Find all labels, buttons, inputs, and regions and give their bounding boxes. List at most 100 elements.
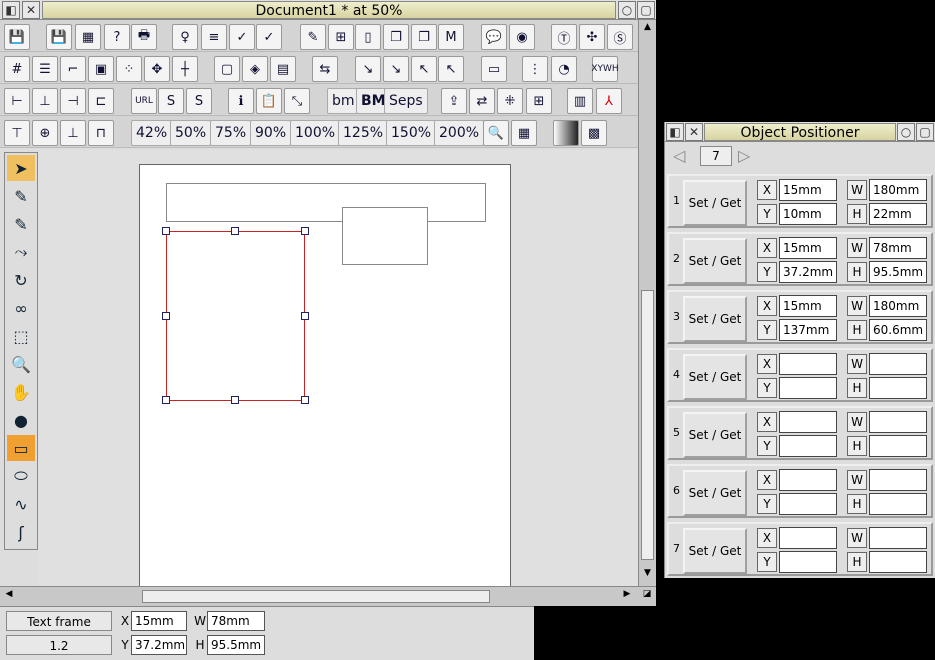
export-icon[interactable]: ⇪ [441, 88, 467, 114]
vertical-distribute-icon[interactable]: ⊓ [88, 120, 114, 146]
zoom-75-button[interactable]: 75% [210, 120, 252, 146]
convert-icon[interactable]: ⇄ [469, 88, 495, 114]
status-w-field[interactable]: 78mm [207, 611, 265, 631]
canvas-area[interactable] [38, 150, 638, 586]
group-frames-icon[interactable]: ◈ [242, 56, 268, 82]
save-as-icon[interactable]: 💾 [46, 24, 72, 50]
help-icon[interactable]: ? [104, 24, 130, 50]
zoom-icon[interactable]: 🔍 [483, 120, 509, 146]
row-h-field[interactable]: 22mm [869, 203, 927, 225]
set-get-button[interactable]: Set / Get [683, 470, 747, 516]
xywh-icon[interactable]: XYWH [591, 56, 619, 82]
style-s-icon[interactable]: S [158, 88, 184, 114]
resize-icon[interactable]: ⤡ [284, 88, 310, 114]
row-w-field[interactable] [869, 527, 927, 549]
spellcheck-icon[interactable]: ✓ [229, 24, 255, 50]
copy-page-icon[interactable]: ❐ [383, 24, 409, 50]
move-page-icon[interactable]: ❐ [411, 24, 437, 50]
hand-icon[interactable]: ✋ [7, 379, 35, 405]
vertical-scrollbar[interactable]: ▲ ▼ [638, 20, 656, 586]
clipboard-icon[interactable]: 📋 [256, 88, 282, 114]
pdf-icon[interactable]: ⅄ [596, 88, 622, 114]
text-frame-icon[interactable]: ✎ [7, 183, 35, 209]
symbol-icon[interactable]: Ⓢ [607, 24, 633, 50]
chain-icon[interactable]: ∞ [7, 295, 35, 321]
text-tool-icon[interactable]: Ⓣ [551, 24, 577, 50]
resize-corner-icon[interactable]: ◪ [640, 589, 654, 603]
horizontal-scrollbar[interactable]: ◀ ▶ ◪ [0, 586, 656, 606]
row-x-field[interactable]: 15mm [779, 179, 837, 201]
close-icon[interactable]: ✕ [22, 1, 40, 19]
grid-icon[interactable]: # [4, 56, 30, 82]
row-h-field[interactable] [869, 551, 927, 573]
navigate-icon[interactable]: ✣ [579, 24, 605, 50]
row-y-field[interactable]: 37.2mm [779, 261, 837, 283]
snap-icon[interactable]: ✥ [144, 56, 170, 82]
row-y-field[interactable] [779, 551, 837, 573]
back-icon[interactable]: ◧ [2, 1, 20, 19]
prev-arrow-icon[interactable]: ◁ [673, 146, 685, 165]
set-get-button[interactable]: Set / Get [683, 354, 747, 400]
page[interactable] [139, 164, 511, 586]
rotate-icon[interactable]: ↻ [7, 267, 35, 293]
window-icon[interactable]: ▭ [481, 56, 507, 82]
gradient-icon[interactable] [553, 120, 579, 146]
zoom-90-button[interactable]: 90% [250, 120, 292, 146]
zoom-200-button[interactable]: 200% [434, 120, 485, 146]
master-page-icon[interactable]: M [438, 24, 464, 50]
edit-story-icon[interactable]: ✎ [300, 24, 326, 50]
gauge-icon[interactable]: ◔ [551, 56, 577, 82]
iconise-icon[interactable]: ○ [618, 1, 636, 19]
styles-icon[interactable]: ≡ [201, 24, 227, 50]
transparency-icon[interactable]: ▩ [581, 120, 607, 146]
row-x-field[interactable] [779, 353, 837, 375]
row-x-field[interactable]: 15mm [779, 237, 837, 259]
positioner-count-field[interactable]: 7 [700, 146, 732, 166]
crop-marks-icon[interactable]: ⁜ [497, 88, 523, 114]
guides-icon[interactable]: ☰ [32, 56, 58, 82]
next-arrow-icon[interactable]: ▷ [738, 146, 750, 165]
zoom-50-button[interactable]: 50% [170, 120, 212, 146]
print-setup-icon[interactable]: ▦ [75, 24, 101, 50]
vertical-align-bottom-icon[interactable]: ⊥ [60, 120, 86, 146]
row-w-field[interactable]: 78mm [869, 237, 927, 259]
row-h-field[interactable]: 95.5mm [869, 261, 927, 283]
rulers-icon[interactable]: ⌐ [60, 56, 86, 82]
row-h-field[interactable] [869, 435, 927, 457]
vertical-align-middle-icon[interactable]: ⊕ [32, 120, 58, 146]
row-h-field[interactable] [869, 377, 927, 399]
cross-guide-icon[interactable]: ┼ [172, 56, 198, 82]
find-icon[interactable]: ♀ [172, 24, 198, 50]
align-right-icon[interactable]: ↘ [383, 56, 409, 82]
status-h-field[interactable]: 95.5mm [207, 635, 265, 655]
set-get-button[interactable]: Set / Get [683, 296, 747, 342]
selected-text-frame[interactable] [166, 231, 305, 401]
row-x-field[interactable] [779, 469, 837, 491]
select-arrow-icon[interactable]: ➤ [7, 155, 35, 181]
positioner-title-bar[interactable]: ◧ ✕ Object Positioner ○ ▢ [665, 122, 935, 142]
dot-grid-icon[interactable]: ⁘ [116, 56, 142, 82]
row-y-field[interactable] [779, 377, 837, 399]
toggle-size-icon[interactable]: ▢ [637, 1, 655, 19]
row-h-field[interactable]: 60.6mm [869, 319, 927, 341]
positioner-back-icon[interactable]: ◧ [666, 123, 684, 141]
row-w-field[interactable]: 180mm [869, 179, 927, 201]
row-x-field[interactable] [779, 411, 837, 433]
seps-button[interactable]: Seps [384, 88, 428, 114]
imposition-icon[interactable]: ⊞ [526, 88, 552, 114]
row-w-field[interactable] [869, 469, 927, 491]
header-frame[interactable] [166, 183, 486, 222]
magnifier-icon[interactable]: 🔍 [7, 351, 35, 377]
style-edit-icon[interactable]: S [186, 88, 212, 114]
positioner-iconise-icon[interactable]: ○ [897, 123, 915, 141]
align-top-left-icon[interactable]: ↘ [355, 56, 381, 82]
blur-icon[interactable]: ● [7, 407, 35, 433]
row-y-field[interactable] [779, 493, 837, 515]
new-page-icon[interactable]: ▯ [355, 24, 381, 50]
row-x-field[interactable]: 15mm [779, 295, 837, 317]
curve-icon[interactable]: ʃ [7, 519, 35, 545]
row-w-field[interactable]: 180mm [869, 295, 927, 317]
positioner-toggle-size-icon[interactable]: ▢ [916, 123, 934, 141]
vertical-scroll-thumb[interactable] [641, 290, 654, 560]
title-bar[interactable]: ◧ ✕ Document1 * at 50% ○ ▢ [0, 0, 656, 20]
